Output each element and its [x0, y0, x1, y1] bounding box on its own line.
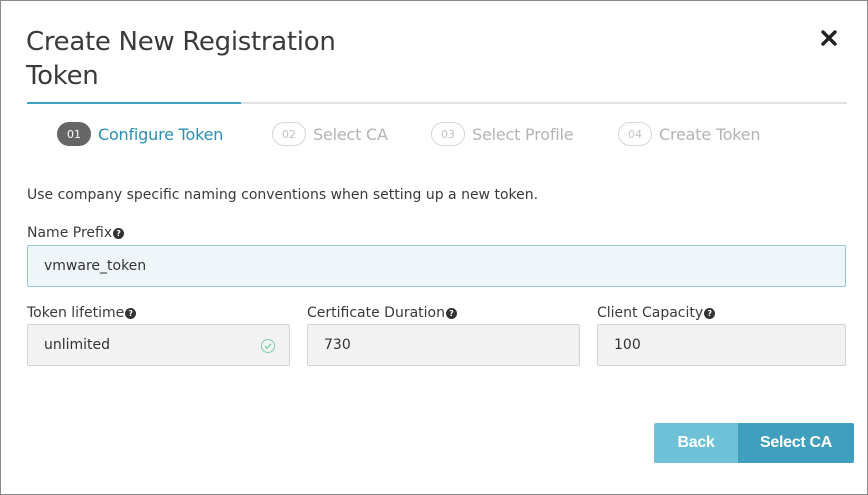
token-lifetime-input[interactable]: unlimited — [27, 324, 290, 366]
client-capacity-value: 100 — [614, 337, 641, 353]
step-number: 03 — [431, 122, 465, 146]
back-button[interactable]: Back — [654, 423, 738, 463]
token-lifetime-value: unlimited — [44, 337, 111, 353]
client-capacity-label-text: Client Capacity — [597, 305, 704, 321]
help-icon[interactable]: ? — [125, 307, 137, 319]
create-token-dialog: Create New Registration Token 01 Configu… — [0, 0, 868, 495]
name-prefix-value: vmware_token — [44, 258, 147, 274]
close-button[interactable] — [816, 25, 842, 51]
wizard-progress-fill — [27, 102, 241, 104]
name-prefix-label: Name Prefix ? — [27, 225, 125, 241]
name-prefix-label-text: Name Prefix — [27, 225, 113, 241]
step-select-ca[interactable]: 02 Select CA — [272, 121, 388, 147]
certificate-duration-value: 730 — [324, 337, 351, 353]
step-number: 01 — [57, 122, 91, 146]
help-icon[interactable]: ? — [704, 307, 716, 319]
certificate-duration-label: Certificate Duration ? — [307, 305, 457, 321]
step-create-token[interactable]: 04 Create Token — [618, 121, 761, 147]
help-icon[interactable]: ? — [445, 307, 457, 319]
token-lifetime-label: Token lifetime ? — [27, 305, 137, 321]
client-capacity-input[interactable]: 100 — [597, 324, 846, 366]
certificate-duration-input[interactable]: 730 — [307, 324, 580, 366]
step-select-profile[interactable]: 03 Select Profile — [431, 121, 574, 147]
dialog-title: Create New Registration Token — [26, 27, 336, 91]
certificate-duration-label-text: Certificate Duration — [307, 305, 445, 321]
step-number: 02 — [272, 122, 306, 146]
step-label: Select CA — [313, 124, 388, 144]
help-icon[interactable]: ? — [113, 227, 125, 239]
step-configure-token[interactable]: 01 Configure Token — [57, 121, 223, 147]
step-label: Create Token — [659, 124, 761, 144]
select-ca-button[interactable]: Select CA — [738, 423, 854, 463]
name-prefix-input[interactable]: vmware_token — [27, 245, 846, 287]
check-circle-icon — [261, 339, 275, 353]
client-capacity-label: Client Capacity ? — [597, 305, 716, 321]
step-label: Configure Token — [98, 124, 224, 144]
helper-text: Use company specific naming conventions … — [27, 187, 539, 203]
close-icon[interactable] — [821, 30, 837, 46]
token-lifetime-label-text: Token lifetime — [27, 305, 125, 321]
step-label: Select Profile — [472, 124, 574, 144]
step-number: 04 — [618, 122, 652, 146]
